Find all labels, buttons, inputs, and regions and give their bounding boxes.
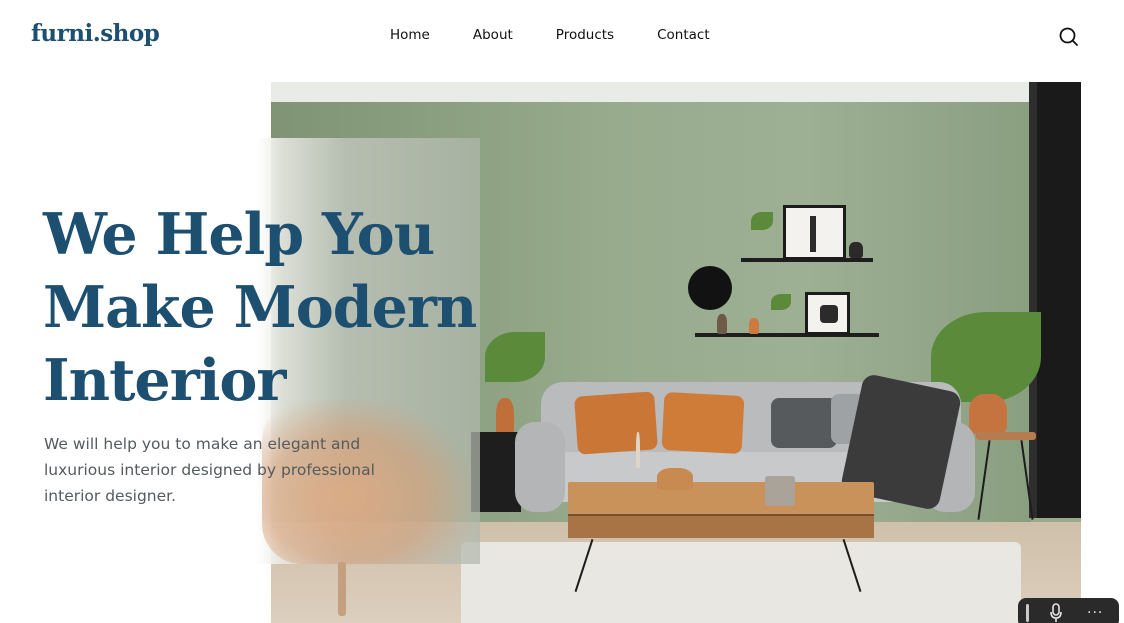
room-ceiling <box>271 82 1081 102</box>
sofa-arm-left <box>515 422 565 512</box>
room-door <box>1029 82 1081 518</box>
table-glass <box>765 476 795 506</box>
site-logo[interactable]: furni.shop <box>31 20 160 47</box>
hero-title: We Help You Make Modern Interior <box>43 198 477 417</box>
hero-description-line: interior designer. <box>44 487 177 505</box>
nav-home[interactable]: Home <box>390 27 430 43</box>
shelf-plant <box>751 212 773 230</box>
chair-leg <box>338 562 346 616</box>
hero-title-line: We Help You <box>43 201 435 268</box>
sofa-pillow-orange <box>574 391 658 455</box>
side-table <box>976 432 1036 440</box>
shelf-plant <box>771 294 791 310</box>
nav-products[interactable]: Products <box>556 27 614 43</box>
table-candle <box>636 432 640 468</box>
hero-title-line: Interior <box>43 347 286 414</box>
nav-contact[interactable]: Contact <box>657 27 710 43</box>
room-rug <box>461 542 1021 623</box>
search-button[interactable] <box>1058 26 1080 48</box>
wall-frame-upper <box>783 205 846 260</box>
grip-icon[interactable] <box>1026 604 1029 622</box>
shelf-vase <box>849 242 863 258</box>
hero-description-line: We will help you to make an elegant and <box>44 435 361 453</box>
microphone-icon[interactable] <box>1049 603 1063 623</box>
main-nav: Home About Products Contact <box>390 27 753 43</box>
shelf-vase <box>717 314 727 334</box>
hero-description-line: luxurious interior designed by professio… <box>44 461 375 479</box>
sofa-pillow-grey <box>771 398 837 448</box>
shelf-vase <box>749 318 759 334</box>
floor-plant-left <box>485 332 545 382</box>
wall-frame-lower <box>805 292 850 335</box>
sofa-pillow-orange <box>661 391 745 455</box>
more-icon[interactable]: ··· <box>1087 605 1103 621</box>
round-wall-mirror <box>688 266 732 310</box>
floating-toolbar: ··· <box>1018 598 1119 623</box>
nav-about[interactable]: About <box>473 27 513 43</box>
coffee-table-top <box>568 482 874 514</box>
search-icon <box>1059 27 1078 46</box>
table-bowl <box>657 468 693 490</box>
coffee-table-shelf <box>568 514 874 538</box>
planter-right <box>969 394 1007 434</box>
hero-title-line: Make Modern <box>43 274 477 341</box>
hero-description: We will help you to make an elegant and … <box>44 431 424 509</box>
